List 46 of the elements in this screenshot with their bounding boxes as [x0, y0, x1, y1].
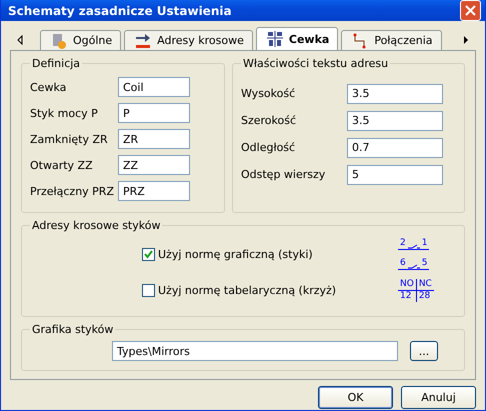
grid-icon — [266, 31, 283, 47]
field-label: Cewka — [30, 80, 68, 94]
checkbox[interactable] — [142, 248, 155, 260]
text-field[interactable]: PRZ — [118, 181, 190, 201]
group-title: Właściwości tekstu adresu — [242, 57, 390, 70]
field-label: Otwarty ZZ — [30, 158, 94, 172]
tab[interactable]: Cewka — [256, 27, 338, 50]
left-arrow-icon — [17, 35, 23, 45]
field-label: Odległość — [241, 141, 296, 154]
group-title: Grafika styków — [31, 323, 114, 336]
text-field[interactable]: ZZ — [118, 155, 190, 175]
checkbox-label: Użyj normę graficzną (styki) — [158, 248, 314, 260]
right-arrow-icon — [463, 35, 469, 45]
dialog-button[interactable]: OK — [318, 386, 393, 409]
connection-icon — [352, 32, 368, 48]
field-label: Szerokość — [241, 114, 298, 127]
contact-preview: 2 1 6 5 — [398, 238, 430, 270]
text-field[interactable]: 5 — [347, 164, 443, 184]
text-field[interactable]: 0.7 — [347, 138, 443, 158]
cross-table-preview: NO NC 12 28 — [398, 278, 434, 302]
checkbox[interactable] — [142, 284, 155, 296]
window-title: Schematy zasadnicze Ustawienia — [8, 4, 232, 18]
group-title: Definicja — [31, 57, 82, 70]
tab[interactable]: Adresy krosowe — [124, 30, 253, 50]
path-field[interactable]: Types\Mirrors — [112, 341, 398, 361]
text-field[interactable]: P — [118, 103, 190, 123]
group-title: Adresy krosowe styków — [31, 219, 162, 232]
tab[interactable]: Połączenia — [341, 30, 442, 50]
contact-symbol-icon — [408, 244, 420, 249]
arrow-icon — [135, 32, 152, 48]
checkbox-label: Użyj normę tabelaryczną (krzyż) — [158, 284, 338, 296]
tab[interactable]: Ogólne — [40, 30, 122, 50]
field-label: Wysokość — [241, 87, 296, 100]
field-label: Odstęp wierszy — [241, 168, 326, 181]
field-label: Styk mocy P — [30, 106, 99, 120]
text-field[interactable]: Coil — [118, 77, 190, 97]
field-label: Zamknięty ZR — [30, 132, 109, 146]
dialog-button[interactable]: Anuluj — [401, 386, 476, 409]
browse-button[interactable]: ... — [410, 341, 438, 361]
close-button[interactable] — [460, 0, 481, 21]
close-icon — [465, 5, 476, 16]
text-field[interactable]: 3.5 — [347, 84, 443, 104]
contact-symbol-icon — [408, 264, 420, 269]
text-field[interactable]: 3.5 — [347, 110, 443, 130]
text-field[interactable]: ZR — [118, 129, 190, 149]
field-label: Przełączny PRZ — [30, 184, 115, 198]
